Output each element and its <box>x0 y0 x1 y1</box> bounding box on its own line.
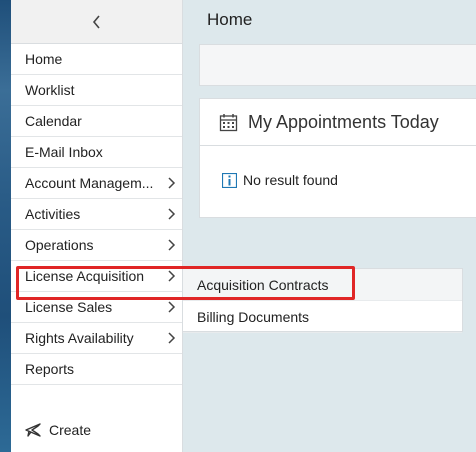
sidebar: Home Worklist Calendar E-Mail Inbox Acco… <box>11 0 182 452</box>
sidebar-item-email-inbox[interactable]: E-Mail Inbox <box>11 137 182 168</box>
sidebar-item-license-sales[interactable]: License Sales <box>11 292 182 323</box>
appointments-header: My Appointments Today <box>200 99 476 146</box>
sidebar-item-rights-availability[interactable]: Rights Availability <box>11 323 182 354</box>
chevron-right-icon <box>166 300 176 314</box>
sidebar-item-activities[interactable]: Activities <box>11 199 182 230</box>
chevron-right-icon <box>166 207 176 221</box>
toolbar-panel <box>199 44 476 86</box>
no-result-text: No result found <box>243 172 338 188</box>
submenu-item-billing-documents[interactable]: Billing Documents <box>183 301 462 333</box>
submenu-item-label: Billing Documents <box>197 308 310 325</box>
sidebar-item-home[interactable]: Home <box>11 44 182 75</box>
sidebar-item-label: Activities <box>25 206 81 222</box>
chevron-left-icon <box>92 14 100 29</box>
info-icon <box>222 172 237 188</box>
submenu-item-label: Acquisition Contracts <box>197 276 329 293</box>
chevron-right-icon <box>166 238 176 252</box>
page-title: Home <box>207 10 253 29</box>
appointments-title: My Appointments Today <box>248 111 439 132</box>
sidebar-item-label: Reports <box>25 361 75 377</box>
sidebar-item-label: Rights Availability <box>25 330 134 346</box>
sidebar-item-label: License Sales <box>25 299 113 315</box>
license-acquisition-submenu: Acquisition Contracts Billing Documents <box>182 268 463 333</box>
no-result-message: No result found <box>222 172 338 188</box>
app-window: Home Worklist Calendar E-Mail Inbox Acco… <box>0 0 476 452</box>
chevron-right-icon <box>166 331 176 345</box>
calendar-icon <box>219 113 238 131</box>
create-button[interactable]: Create <box>23 420 91 440</box>
main-content: Home My Appointments Today No result fou… <box>182 0 476 452</box>
sidebar-item-calendar[interactable]: Calendar <box>11 106 182 137</box>
sidebar-item-account-management[interactable]: Account Managem... <box>11 168 182 199</box>
sidebar-item-label: License Acquisition <box>25 268 145 284</box>
chevron-right-icon <box>166 176 176 190</box>
sidebar-item-label: E-Mail Inbox <box>25 144 103 160</box>
sidebar-item-operations[interactable]: Operations <box>11 230 182 261</box>
appointments-card: My Appointments Today No result found <box>199 98 476 218</box>
create-button-label: Create <box>49 422 92 438</box>
sidebar-item-label: Calendar <box>25 113 82 129</box>
sidebar-item-worklist[interactable]: Worklist <box>11 75 182 106</box>
sidebar-item-reports[interactable]: Reports <box>11 354 182 385</box>
sidebar-item-label: Operations <box>25 237 94 253</box>
sidebar-nav-list: Home Worklist Calendar E-Mail Inbox Acco… <box>11 44 182 385</box>
sidebar-item-label: Home <box>25 51 63 67</box>
sidebar-collapse-button[interactable] <box>11 0 182 44</box>
sidebar-item-label: Account Managem... <box>25 175 154 191</box>
left-decorative-strip <box>0 0 11 452</box>
sidebar-item-license-acquisition[interactable]: License Acquisition <box>11 261 182 292</box>
chevron-right-icon <box>166 269 176 283</box>
submenu-item-acquisition-contracts[interactable]: Acquisition Contracts <box>183 269 462 301</box>
airplane-icon <box>25 423 41 437</box>
sidebar-item-label: Worklist <box>25 82 75 98</box>
